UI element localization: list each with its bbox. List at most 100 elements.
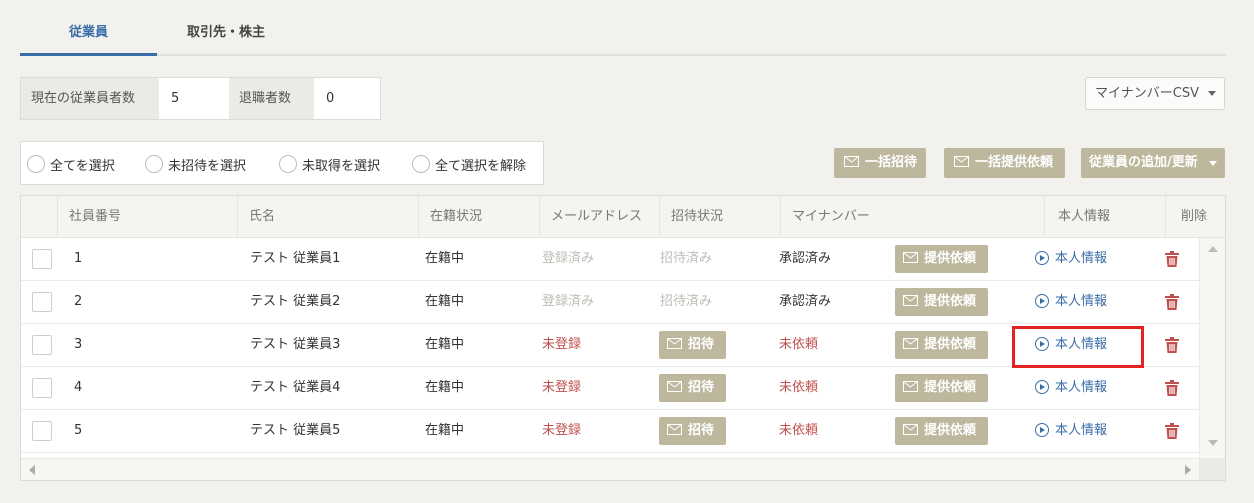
request-button[interactable]: 提供依頼	[895, 331, 988, 359]
column-personal-info: 本人情報	[1044, 196, 1165, 237]
envelope-icon	[667, 424, 682, 435]
row-checkbox[interactable]	[32, 249, 52, 269]
mynumber-status: 未依頼	[779, 337, 819, 352]
scroll-up-arrow-icon[interactable]	[1208, 246, 1218, 252]
personal-info-label: 本人情報	[1055, 380, 1108, 395]
employee-number: 3	[74, 337, 83, 352]
table-row: 2 テスト 従業員2 在籍中 登録済み 招待済み 承認済み 提供依頼 本人情報	[21, 281, 1199, 324]
play-circle-icon	[1035, 293, 1049, 308]
envelope-icon	[903, 338, 918, 349]
employee-name: テスト 従業員3	[250, 337, 341, 352]
request-label: 提供依頼	[924, 337, 977, 352]
retired-employees-value: 0	[314, 78, 380, 119]
radio-circle-icon	[145, 155, 163, 173]
employment-status: 在籍中	[425, 337, 465, 352]
tab-employees[interactable]: 従業員	[20, 14, 157, 56]
email-status: 未登録	[542, 337, 582, 352]
envelope-icon	[903, 295, 918, 306]
request-button[interactable]: 提供依頼	[895, 417, 988, 445]
bulk-request-label: 一括提供依頼	[975, 155, 1054, 170]
column-employee-number: 社員番号	[57, 196, 237, 237]
employment-status: 在籍中	[425, 380, 465, 395]
scroll-down-arrow-icon[interactable]	[1208, 440, 1218, 446]
invite-button[interactable]: 招待	[659, 417, 726, 445]
invite-button[interactable]: 招待	[659, 374, 726, 402]
personal-info-link[interactable]: 本人情報	[1035, 238, 1107, 280]
add-update-label: 従業員の追加/更新	[1089, 155, 1198, 170]
scroll-right-arrow-icon[interactable]	[1185, 465, 1191, 475]
horizontal-scrollbar[interactable]	[21, 458, 1199, 480]
employee-number: 1	[74, 251, 83, 266]
personal-info-label: 本人情報	[1055, 251, 1108, 266]
row-checkbox[interactable]	[32, 292, 52, 312]
personal-info-link[interactable]: 本人情報	[1035, 367, 1107, 409]
invite-button[interactable]: 招待	[659, 331, 726, 359]
trash-icon[interactable]	[1165, 294, 1179, 310]
request-label: 提供依頼	[924, 294, 977, 309]
column-mynumber: マイナンバー	[780, 196, 1044, 237]
play-circle-icon	[1035, 250, 1049, 265]
mynumber-csv-dropdown[interactable]: マイナンバーCSV	[1085, 77, 1225, 110]
row-checkbox[interactable]	[32, 421, 52, 441]
mynumber-csv-label: マイナンバーCSV	[1095, 86, 1199, 101]
employee-number: 5	[74, 423, 83, 438]
bulk-request-button[interactable]: 一括提供依頼	[944, 148, 1065, 178]
radio-circle-icon	[412, 155, 430, 173]
request-label: 提供依頼	[924, 423, 977, 438]
trash-icon[interactable]	[1165, 423, 1179, 439]
add-update-employee-dropdown[interactable]: 従業員の追加/更新	[1081, 148, 1225, 178]
mynumber-status: 承認済み	[779, 251, 832, 266]
request-button[interactable]: 提供依頼	[895, 288, 988, 316]
column-invite-status: 招待状況	[659, 196, 780, 237]
row-checkbox[interactable]	[32, 378, 52, 398]
request-button[interactable]: 提供依頼	[895, 245, 988, 273]
envelope-icon	[954, 156, 969, 167]
employee-name: テスト 従業員4	[250, 380, 341, 395]
personal-info-link[interactable]: 本人情報	[1035, 281, 1107, 323]
retired-employees-label: 退職者数	[229, 78, 314, 119]
trash-icon[interactable]	[1165, 380, 1179, 396]
scroll-left-arrow-icon[interactable]	[29, 465, 35, 475]
chevron-down-icon	[1209, 161, 1217, 166]
email-status: 登録済み	[542, 251, 595, 266]
tab-bar: 従業員 取引先・株主	[20, 14, 1226, 56]
current-employees-value: 5	[159, 78, 229, 119]
employee-number: 2	[74, 294, 83, 309]
trash-icon[interactable]	[1165, 337, 1179, 353]
tab-partners-shareholders[interactable]: 取引先・株主	[170, 14, 282, 54]
play-circle-icon	[1035, 379, 1049, 394]
column-email: メールアドレス	[539, 196, 659, 237]
invite-label: 招待	[688, 380, 715, 395]
employment-status: 在籍中	[425, 251, 465, 266]
request-label: 提供依頼	[924, 251, 977, 266]
request-label: 提供依頼	[924, 380, 977, 395]
select-unacquired-radio[interactable]: 未取得を選択	[279, 153, 380, 175]
personal-info-link[interactable]: 本人情報	[1035, 410, 1107, 452]
bulk-invite-button[interactable]: 一括招待	[834, 148, 926, 178]
vertical-scrollbar[interactable]	[1199, 238, 1225, 458]
mynumber-status: 未依頼	[779, 423, 819, 438]
mynumber-status: 未依頼	[779, 380, 819, 395]
row-checkbox[interactable]	[32, 335, 52, 355]
envelope-icon	[903, 381, 918, 392]
request-button[interactable]: 提供依頼	[895, 374, 988, 402]
current-employees-label: 現在の従業員者数	[21, 78, 159, 119]
employment-status: 在籍中	[425, 423, 465, 438]
selection-options: 全てを選択 未招待を選択 未取得を選択 全て選択を解除	[20, 141, 544, 185]
select-all-radio[interactable]: 全てを選択	[27, 153, 115, 175]
email-status: 未登録	[542, 423, 582, 438]
envelope-icon	[667, 338, 682, 349]
deselect-all-radio[interactable]: 全て選択を解除	[412, 153, 526, 175]
employee-counts: 現在の従業員者数 5 退職者数 0	[20, 77, 381, 120]
employee-name: テスト 従業員5	[250, 423, 341, 438]
table-row: 4 テスト 従業員4 在籍中 未登録 招待 未依頼 提供依頼 本人情報	[21, 367, 1199, 410]
table-header: 社員番号 氏名 在籍状況 メールアドレス 招待状況 マイナンバー 本人情報 削除	[21, 196, 1225, 238]
trash-icon[interactable]	[1165, 251, 1179, 267]
envelope-icon	[903, 252, 918, 263]
invite-label: 招待	[688, 337, 715, 352]
personal-info-label: 本人情報	[1055, 294, 1108, 309]
select-uninvited-radio[interactable]: 未招待を選択	[145, 153, 246, 175]
play-circle-icon	[1035, 422, 1049, 437]
email-status: 未登録	[542, 380, 582, 395]
employee-name: テスト 従業員2	[250, 294, 341, 309]
